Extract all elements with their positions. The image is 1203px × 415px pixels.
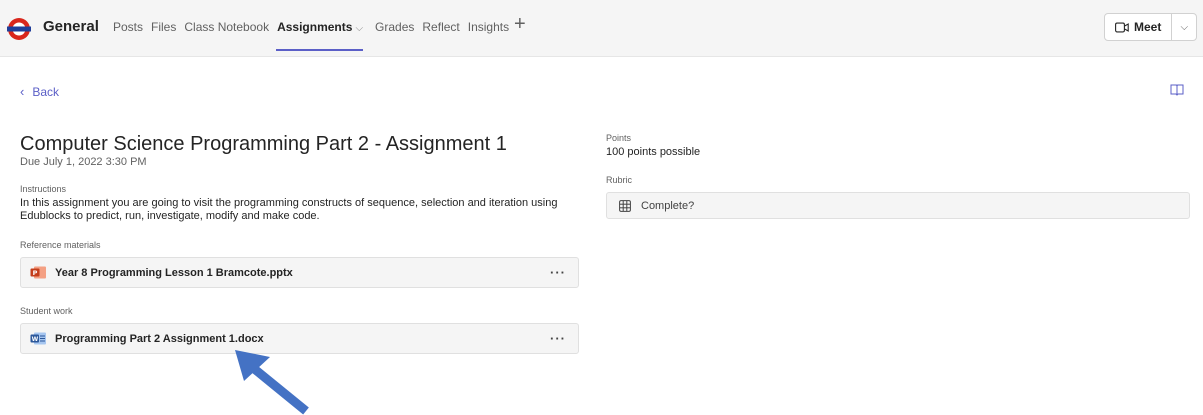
meet-dropdown-chevron-icon[interactable]: ⌵ (1172, 14, 1196, 40)
chevron-down-icon[interactable]: ⌵ (355, 23, 363, 34)
instructions-label: Instructions (20, 184, 67, 194)
channel-name: General (43, 18, 99, 35)
back-label: Back (32, 84, 60, 99)
tab-files[interactable]: Files (151, 20, 176, 34)
rubric-card[interactable]: Complete? (606, 192, 1190, 219)
back-link[interactable]: ‹ Back (20, 84, 59, 99)
tab-insights[interactable]: Insights (468, 20, 509, 34)
reference-file-card[interactable]: P Year 8 Programming Lesson 1 Bramcote.p… (20, 257, 579, 288)
svg-text:W: W (32, 336, 39, 343)
more-options-icon[interactable]: ··· (550, 331, 566, 346)
reference-file-name: Year 8 Programming Lesson 1 Bramcote.ppt… (55, 266, 293, 279)
more-options-icon[interactable]: ··· (550, 265, 566, 280)
add-tab-icon[interactable]: + (514, 14, 526, 34)
annotation-arrow-icon (235, 350, 309, 415)
points-value: 100 points possible (606, 146, 701, 158)
student-work-file-name: Programming Part 2 Assignment 1.docx (55, 332, 264, 345)
points-label: Points (606, 133, 632, 143)
chevron-left-icon: ‹ (20, 84, 25, 99)
immersive-reader-icon[interactable] (1170, 83, 1184, 97)
due-date: Due July 1, 2022 3:30 PM (20, 156, 147, 168)
tab-assignments-label: Assignments (277, 20, 353, 34)
video-camera-icon (1115, 22, 1129, 32)
meet-label: Meet (1134, 20, 1162, 34)
tab-assignments[interactable]: Assignments ⌵ (276, 20, 363, 51)
reference-materials-label: Reference materials (20, 240, 101, 250)
tab-class-notebook[interactable]: Class Notebook (184, 20, 269, 34)
tab-grades[interactable]: Grades (375, 20, 414, 34)
svg-text:P: P (33, 269, 38, 277)
table-grid-icon (619, 199, 631, 212)
meet-button[interactable]: Meet (1105, 14, 1173, 40)
assignment-title: Computer Science Programming Part 2 - As… (20, 133, 507, 155)
powerpoint-icon: P (30, 266, 46, 279)
instructions-text: In this assignment you are going to visi… (20, 197, 558, 222)
channel-tabs: Posts Files Class Notebook Assignments ⌵ … (113, 20, 517, 51)
tab-reflect[interactable]: Reflect (422, 20, 459, 34)
channel-header: General Posts Files Class Notebook Assig… (0, 0, 1203, 57)
word-icon: W (30, 332, 46, 345)
rubric-item-label: Complete? (641, 199, 695, 212)
meet-button-group: Meet ⌵ (1104, 13, 1198, 41)
student-work-label: Student work (20, 306, 73, 316)
team-logo-icon[interactable] (7, 17, 31, 41)
rubric-label: Rubric (606, 175, 633, 185)
tab-posts[interactable]: Posts (113, 20, 143, 34)
